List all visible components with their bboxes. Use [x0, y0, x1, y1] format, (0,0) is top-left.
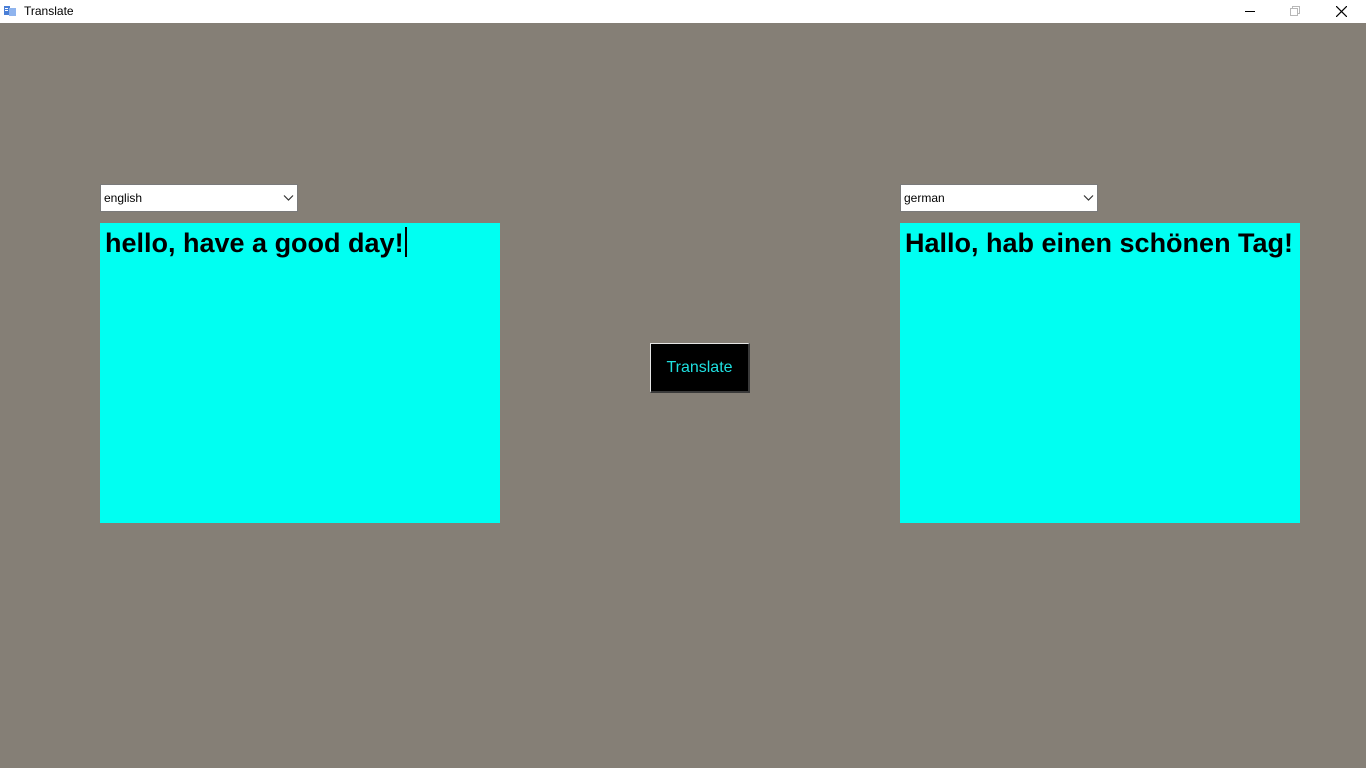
target-language-select[interactable]: german: [900, 184, 1098, 212]
minimize-button[interactable]: [1227, 0, 1273, 22]
source-text-input[interactable]: hello, have a good day!: [100, 223, 500, 523]
app-window: Translate english german hello, have a g…: [0, 0, 1366, 768]
app-icon: [4, 6, 16, 16]
target-language-value: german: [904, 191, 945, 205]
source-text: hello, have a good day!: [105, 228, 404, 258]
minimize-icon: [1245, 11, 1255, 12]
restore-icon: [1290, 6, 1300, 16]
source-language-value: english: [104, 191, 143, 205]
window-title: Translate: [24, 4, 74, 18]
text-caret: [404, 227, 407, 257]
source-language-select[interactable]: english: [100, 184, 298, 212]
title-bar: Translate: [0, 0, 1366, 23]
chevron-down-icon: [283, 195, 294, 201]
target-text: Hallo, hab einen schönen Tag!: [905, 228, 1294, 258]
target-text-output[interactable]: Hallo, hab einen schönen Tag!: [900, 223, 1300, 523]
maximize-button[interactable]: [1272, 0, 1318, 22]
close-icon: [1335, 5, 1347, 17]
translate-button[interactable]: Translate: [650, 343, 750, 393]
close-button[interactable]: [1318, 0, 1364, 22]
chevron-down-icon: [1083, 195, 1094, 201]
